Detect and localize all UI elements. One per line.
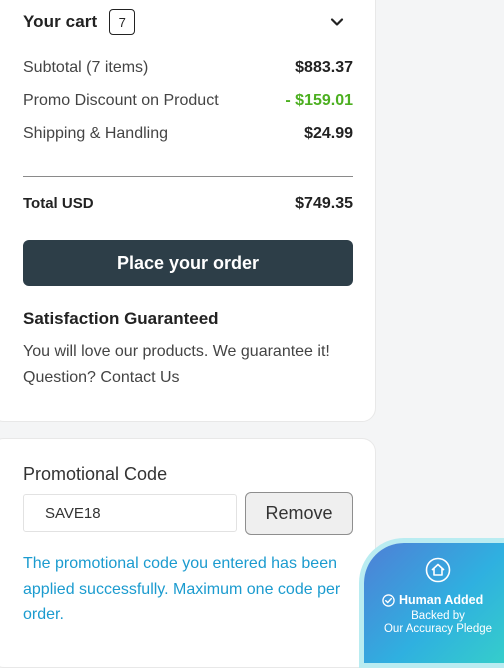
remove-promo-button[interactable]: Remove [245, 492, 353, 535]
cart-header[interactable]: Your cart 7 [23, 7, 345, 37]
badge-title: Human Added [399, 593, 484, 607]
shipping-row: Shipping & Handling $24.99 [23, 125, 353, 143]
promo-success-message: The promotional code you entered has bee… [23, 555, 341, 623]
cart-item-count-badge: 7 [109, 9, 136, 35]
subtotal-value: $883.37 [295, 59, 353, 76]
satisfaction-title: Satisfaction Guaranteed [23, 309, 219, 328]
promo-discount-label: Promo Discount on Product [23, 92, 219, 109]
contact-us-link[interactable]: Contact Us [100, 369, 179, 386]
cart-title: Your cart [23, 12, 98, 31]
subtotal-row: Subtotal (7 items) $883.37 [23, 59, 353, 77]
summary-divider [23, 176, 353, 177]
promo-code-card: Promotional Code Remove The promotional … [0, 438, 376, 668]
total-label: Total USD [23, 195, 94, 212]
badge-title-row: Human Added [382, 593, 483, 607]
total-row: Total USD $749.35 [23, 195, 353, 213]
promo-discount-row: Promo Discount on Product - $159.01 [23, 92, 353, 110]
shipping-value: $24.99 [304, 125, 353, 142]
accuracy-pledge-badge[interactable]: Human Added Backed by Our Accuracy Pledg… [364, 543, 504, 663]
cart-summary-card: Your cart 7 Subtotal (7 items) $883.37 P… [0, 0, 376, 422]
contact-line: Question? Contact Us [23, 369, 180, 387]
place-order-button[interactable]: Place your order [23, 240, 353, 286]
promo-discount-value: - $159.01 [285, 92, 353, 109]
promo-code-input[interactable] [23, 494, 237, 532]
subtotal-label: Subtotal (7 items) [23, 59, 149, 76]
badge-subtitle-line2: Our Accuracy Pledge [383, 623, 493, 635]
badge-subtitle-line1: Backed by [411, 610, 465, 622]
promo-code-title: Promotional Code [23, 464, 168, 484]
house-icon [425, 557, 451, 583]
total-value: $749.35 [295, 195, 353, 212]
chevron-down-icon[interactable] [329, 14, 345, 30]
shipping-label: Shipping & Handling [23, 125, 168, 142]
question-text: Question? [23, 369, 96, 386]
satisfaction-text: You will love our products. We guarantee… [23, 343, 330, 360]
check-circle-icon [382, 593, 395, 607]
